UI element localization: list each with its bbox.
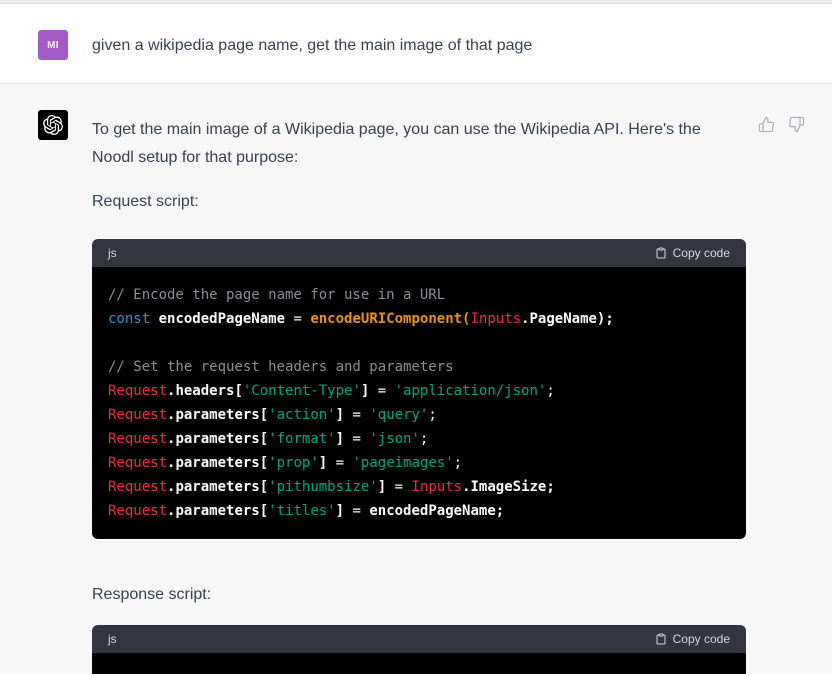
user-avatar: MI	[38, 30, 68, 60]
copy-code-label: Copy code	[673, 632, 730, 646]
code-block-header: js Copy code	[92, 239, 746, 267]
request-script-code: // Encode the page name for use in a URL…	[108, 283, 730, 523]
thumbs-down-button[interactable]	[788, 116, 805, 133]
user-message-content: given a wikipedia page name, get the mai…	[92, 30, 746, 60]
thumbs-up-button[interactable]	[758, 116, 775, 133]
request-script-label: Request script:	[92, 188, 746, 216]
copy-code-button[interactable]: Copy code	[655, 246, 730, 260]
code-block-body: // Encode the page name for use in a URL…	[92, 267, 746, 539]
assistant-message-section: To get the main image of a Wikipedia pag…	[0, 83, 832, 674]
code-block-response: js Copy code	[92, 625, 746, 674]
assistant-message-row: To get the main image of a Wikipedia pag…	[38, 110, 794, 674]
clipboard-icon	[655, 633, 667, 645]
assistant-intro-text: To get the main image of a Wikipedia pag…	[92, 116, 746, 172]
copy-code-label: Copy code	[673, 246, 730, 260]
thumbs-up-icon	[758, 116, 775, 133]
thumbs-down-icon	[788, 116, 805, 133]
code-block-body	[92, 653, 746, 674]
assistant-message-content: To get the main image of a Wikipedia pag…	[92, 110, 746, 674]
copy-code-button[interactable]: Copy code	[655, 632, 730, 646]
code-block-request: js Copy code // Encode the page name for…	[92, 239, 746, 539]
clipboard-icon	[655, 247, 667, 259]
code-language-label: js	[108, 625, 117, 653]
user-message-row: MI given a wikipedia page name, get the …	[38, 30, 794, 60]
openai-logo-icon	[43, 115, 63, 135]
user-message-section: MI given a wikipedia page name, get the …	[0, 4, 832, 83]
code-language-label: js	[108, 239, 117, 267]
response-script-label: Response script:	[92, 581, 746, 609]
assistant-avatar	[38, 110, 68, 140]
code-block-header: js Copy code	[92, 625, 746, 653]
user-message-text: given a wikipedia page name, get the mai…	[92, 32, 746, 60]
message-feedback-actions	[758, 116, 805, 133]
